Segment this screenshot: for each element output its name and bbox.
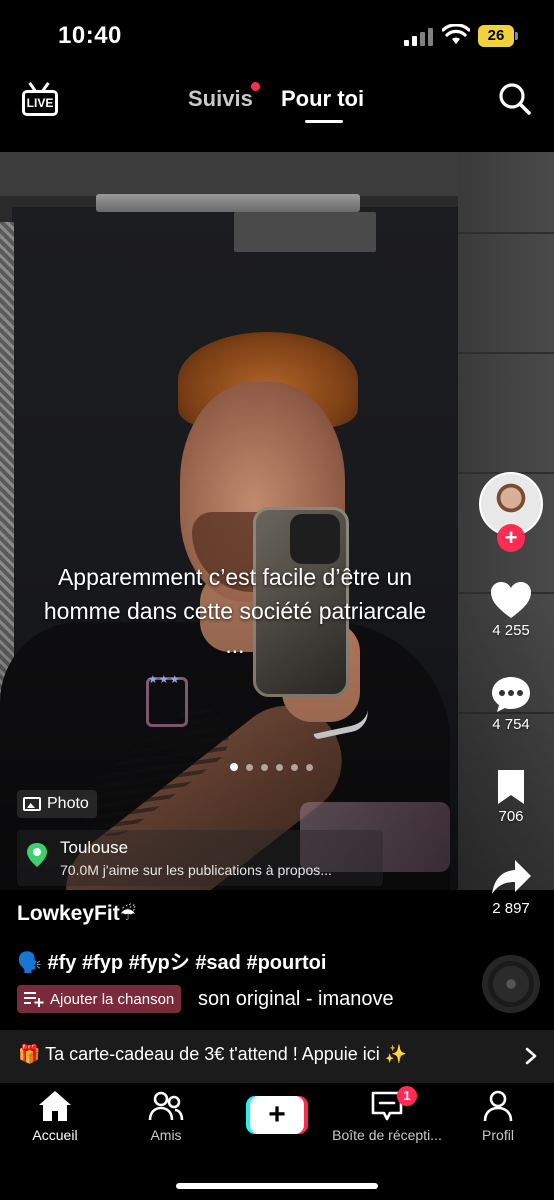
umbrella-emoji: ☔: [119, 904, 136, 924]
comment-button[interactable]: 4 754: [479, 674, 543, 733]
friends-icon: [148, 1091, 184, 1121]
tab-inbox[interactable]: Boîte de récepti...: [332, 1089, 442, 1143]
gift-emoji: 🎁: [18, 1044, 41, 1064]
create-button[interactable]: +: [246, 1096, 308, 1134]
hashtag[interactable]: #pourtoi: [246, 952, 326, 974]
tab-inbox-label: Boîte de récepti...: [332, 1127, 442, 1143]
follow-button[interactable]: +: [497, 524, 525, 552]
tab-friends-label: Amis: [150, 1127, 182, 1143]
status-bar: 10:40 26: [0, 0, 554, 70]
tab-home[interactable]: Accueil: [0, 1089, 110, 1143]
chevron-right-icon: [525, 1047, 537, 1065]
caption-text: Apparemment c’est facile d’être un homme…: [43, 564, 427, 658]
promo-message: Ta carte-cadeau de 3€ t'attend ! Appuie …: [45, 1044, 380, 1064]
search-icon[interactable]: [498, 82, 532, 116]
notification-dot: [251, 82, 260, 91]
add-song-label: Ajouter la chanson: [50, 990, 175, 1008]
share-button[interactable]: 2 897: [479, 858, 543, 917]
photo-label: Photo: [47, 795, 89, 812]
battery-tip: [515, 32, 518, 40]
carousel-dot: [276, 763, 283, 771]
playlist-add-icon: [24, 992, 44, 1007]
promo-text: 🎁 Ta carte-cadeau de 3€ t'attend ! Appui…: [18, 1044, 407, 1065]
location-subtitle: 70.0M j'aime sur les publications à prop…: [60, 862, 332, 878]
live-icon[interactable]: LIVE: [22, 82, 60, 118]
carousel-dot: [230, 763, 238, 771]
save-count: 706: [498, 808, 524, 825]
creator-username[interactable]: LowkeyFit☔: [17, 902, 136, 926]
tab-home-label: Accueil: [32, 1127, 78, 1143]
top-header: LIVE Suivis Pour toi: [0, 70, 554, 152]
post-caption: Apparemment c’est facile d’être un homme…: [40, 560, 430, 662]
hashtag[interactable]: #fypシ: [129, 952, 190, 974]
bookmark-icon: [498, 770, 524, 804]
tab-following[interactable]: Suivis: [188, 86, 253, 112]
comment-count: 4 754: [492, 716, 530, 733]
carousel-dot: [306, 763, 313, 771]
location-chip[interactable]: Toulouse 70.0M j'aime sur les publicatio…: [17, 830, 383, 886]
save-button[interactable]: 706: [479, 768, 543, 825]
profile-icon: [483, 1090, 513, 1122]
battery-indicator: 26: [478, 25, 514, 47]
tab-friends[interactable]: Amis: [111, 1089, 221, 1143]
photo-chip: Photo: [17, 790, 97, 818]
tab-for-you[interactable]: Pour toi: [281, 86, 364, 112]
sparkle-emoji: ✨: [384, 1044, 408, 1064]
speaking-head-emoji: 🗣️: [17, 952, 42, 974]
like-count: 4 255: [492, 622, 530, 639]
heart-icon: [491, 582, 531, 618]
share-count: 2 897: [492, 900, 530, 917]
share-icon: [492, 860, 531, 894]
photo-icon: [23, 797, 41, 811]
pin-icon: [27, 843, 47, 867]
wifi-icon: [442, 24, 470, 44]
username-text: LowkeyFit: [17, 902, 120, 925]
sound-disc[interactable]: [482, 955, 540, 1013]
status-time: 10:40: [58, 22, 122, 49]
carousel-dot: [246, 763, 253, 771]
like-button[interactable]: 4 255: [479, 580, 543, 639]
live-label: LIVE: [22, 90, 58, 116]
tab-profile[interactable]: Profil: [443, 1089, 553, 1143]
home-icon: [39, 1091, 71, 1121]
carousel-dot: [261, 763, 268, 771]
home-indicator[interactable]: [176, 1183, 378, 1189]
carousel-dots: [230, 762, 313, 772]
post-description: 🗣️ #fy #fyp #fypシ #sad #pourtoi: [17, 946, 326, 975]
signal-icon: [404, 28, 434, 46]
carousel-dot: [291, 763, 298, 771]
post-media[interactable]: ★★★ Apparemment c’est facile d’être un h…: [0, 152, 554, 890]
hashtag[interactable]: #fyp: [82, 952, 123, 974]
gift-card-banner[interactable]: 🎁 Ta carte-cadeau de 3€ t'attend ! Appui…: [0, 1030, 554, 1083]
comment-icon: [492, 677, 530, 712]
sound-name[interactable]: son original - imanove: [198, 988, 394, 1011]
add-song-button[interactable]: Ajouter la chanson: [17, 985, 182, 1013]
active-tab-indicator: [305, 120, 343, 123]
hashtag[interactable]: #fy: [47, 952, 76, 974]
location-name: Toulouse: [60, 838, 129, 857]
tab-profile-label: Profil: [482, 1127, 514, 1143]
hashtag[interactable]: #sad: [195, 952, 241, 974]
plus-icon: +: [250, 1096, 304, 1134]
inbox-badge: 1: [397, 1086, 417, 1106]
